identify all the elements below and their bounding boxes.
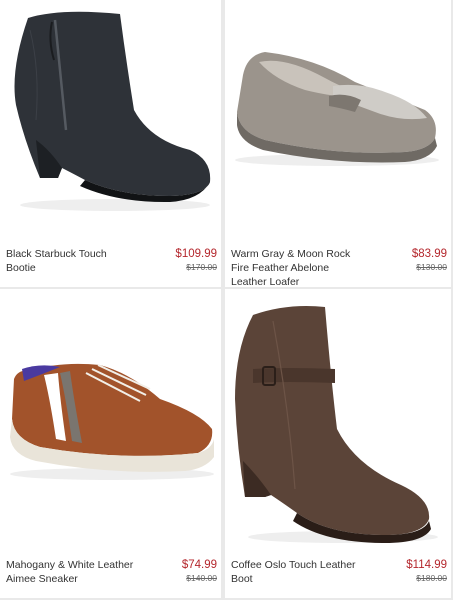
product-info: Warm Gray & Moon Rock Fire Feather Abelo… bbox=[225, 240, 451, 287]
sale-price: $109.99 bbox=[175, 248, 217, 260]
product-card[interactable]: Coffee Oslo Touch Leather Boot $114.99 $… bbox=[225, 289, 451, 598]
product-info: Black Starbuck Touch Bootie $109.99 $170… bbox=[0, 240, 221, 287]
product-image-sneaker[interactable] bbox=[0, 289, 221, 551]
product-name[interactable]: Mahogany & White Leather Aimee Sneaker bbox=[6, 558, 138, 586]
product-image-boot[interactable] bbox=[225, 289, 451, 551]
product-card[interactable]: Mahogany & White Leather Aimee Sneaker $… bbox=[0, 289, 221, 598]
product-info: Coffee Oslo Touch Leather Boot $114.99 $… bbox=[225, 551, 451, 598]
original-price: $180.00 bbox=[416, 573, 447, 583]
sale-price: $83.99 bbox=[411, 248, 447, 260]
original-price: $130.00 bbox=[416, 262, 447, 272]
product-image-bootie[interactable] bbox=[0, 0, 221, 240]
product-info: Mahogany & White Leather Aimee Sneaker $… bbox=[0, 551, 221, 598]
product-name[interactable]: Warm Gray & Moon Rock Fire Feather Abelo… bbox=[231, 247, 363, 287]
product-name[interactable]: Coffee Oslo Touch Leather Boot bbox=[231, 558, 363, 586]
sale-price: $114.99 bbox=[406, 559, 447, 571]
product-grid: Black Starbuck Touch Bootie $109.99 $170… bbox=[0, 0, 453, 600]
product-card[interactable]: Black Starbuck Touch Bootie $109.99 $170… bbox=[0, 0, 221, 287]
original-price: $140.00 bbox=[186, 573, 217, 583]
product-card[interactable]: Warm Gray & Moon Rock Fire Feather Abelo… bbox=[225, 0, 451, 287]
gray-leather-loafer-icon bbox=[235, 52, 439, 166]
original-price: $170.00 bbox=[186, 262, 217, 272]
brown-leather-sneaker-icon bbox=[10, 363, 214, 480]
product-name[interactable]: Black Starbuck Touch Bootie bbox=[6, 247, 138, 275]
sale-price: $74.99 bbox=[181, 559, 217, 571]
black-ankle-bootie-icon bbox=[14, 11, 211, 211]
product-image-loafer[interactable] bbox=[225, 0, 451, 240]
brown-ankle-boot-icon bbox=[235, 306, 438, 543]
